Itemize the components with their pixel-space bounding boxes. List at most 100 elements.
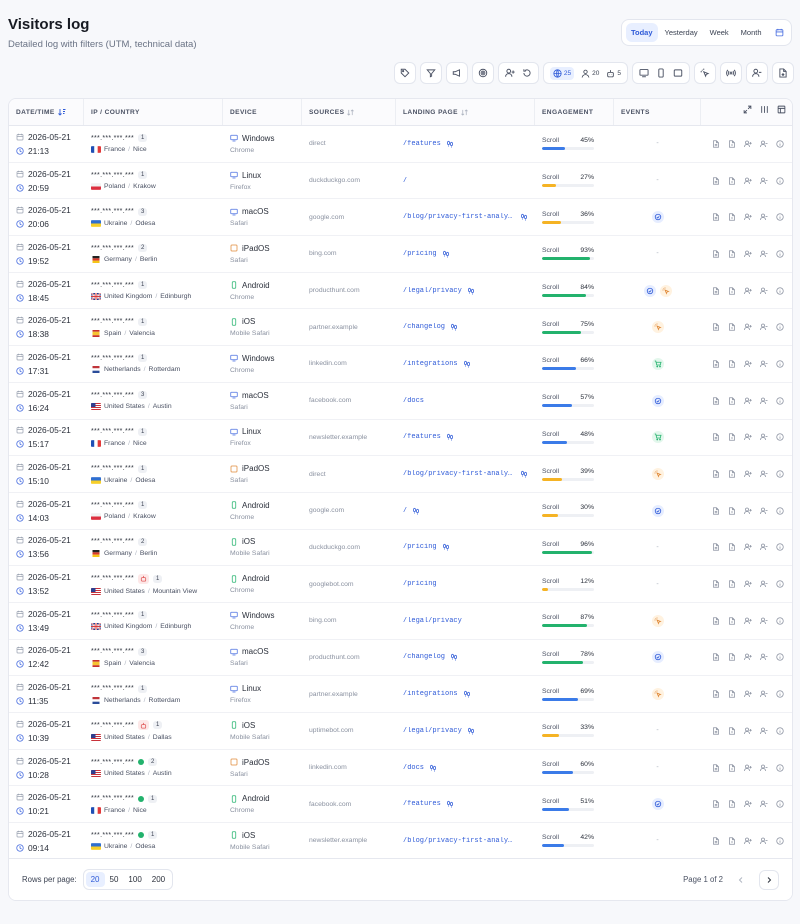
rows-option-100[interactable]: 100 [123, 872, 146, 887]
landing-page-cell[interactable]: /pricing [396, 236, 535, 272]
doc-icon[interactable] [728, 580, 736, 588]
landing-page-cell[interactable]: / [396, 163, 535, 199]
prev-page-button[interactable] [731, 870, 751, 890]
info-icon[interactable] [776, 176, 784, 185]
landing-page-link[interactable]: /features [403, 433, 441, 441]
live-filter-button[interactable] [720, 62, 742, 84]
landing-page-cell[interactable]: / [396, 493, 535, 529]
info-icon[interactable] [776, 323, 784, 331]
funnel-filter-button[interactable] [419, 62, 442, 84]
landing-page-cell[interactable]: /integrations [396, 676, 535, 712]
landing-page-cell[interactable]: /features [396, 420, 535, 456]
table-row[interactable]: 2026-05-21 14:03 ***.***.***.*** 1 Poland / Kr… [9, 493, 792, 530]
info-icon[interactable] [776, 507, 784, 515]
landing-page-link[interactable]: /integrations [403, 690, 458, 698]
info-icon[interactable] [776, 470, 784, 478]
landing-page-link[interactable]: /features [403, 800, 441, 808]
doc-icon[interactable] [728, 800, 736, 808]
export-button[interactable] [772, 62, 794, 84]
add-user-icon[interactable] [744, 177, 752, 185]
doc-icon[interactable] [728, 360, 736, 368]
table-row[interactable]: 2026-05-21 20:06 ***.***.***.*** 3 Ukraine / O… [9, 199, 792, 237]
col-events[interactable]: EVENTS [614, 99, 701, 125]
add-user-icon[interactable] [744, 800, 752, 808]
info-icon[interactable] [776, 800, 784, 808]
landing-page-cell[interactable]: /features [396, 126, 535, 162]
goal-event-badge[interactable] [651, 394, 664, 407]
user-minus-icon[interactable] [760, 140, 768, 148]
add-user-icon[interactable] [744, 617, 752, 625]
info-icon[interactable] [776, 763, 784, 772]
info-icon[interactable] [776, 727, 784, 735]
doc-icon[interactable] [728, 653, 736, 662]
col-ip-country[interactable]: IP / COUNTRY [84, 99, 223, 125]
doc-icon[interactable] [728, 617, 736, 625]
landing-page-cell[interactable]: /legal/privacy [396, 713, 535, 749]
user-minus-icon[interactable] [760, 837, 768, 845]
rows-option-20[interactable]: 20 [85, 872, 105, 887]
landing-page-link[interactable]: /blog/privacy-first-analytics [403, 213, 515, 221]
view-file-icon[interactable] [712, 433, 720, 441]
add-user-icon[interactable] [744, 140, 752, 148]
user-minus-icon[interactable] [760, 250, 768, 258]
landing-page-link[interactable]: /changelog [403, 323, 445, 331]
user-minus-icon[interactable] [760, 727, 768, 735]
add-user-icon[interactable] [744, 837, 752, 845]
add-user-icon[interactable] [744, 580, 752, 588]
view-file-icon[interactable] [712, 617, 720, 625]
view-file-icon[interactable] [712, 470, 720, 478]
table-row[interactable]: 2026-05-21 16:24 ***.***.***.*** 3 United St… [9, 383, 792, 420]
view-file-icon[interactable] [712, 727, 720, 735]
view-file-icon[interactable] [712, 653, 720, 662]
landing-page-cell[interactable]: /integrations [396, 346, 535, 382]
landing-page-link[interactable]: /features [403, 140, 441, 148]
view-file-icon[interactable] [712, 800, 720, 808]
refresh-icon[interactable] [522, 68, 532, 78]
landing-page-cell[interactable]: /legal/privacy [396, 273, 535, 309]
add-user-icon[interactable] [744, 543, 752, 551]
layout-icon[interactable] [777, 105, 786, 114]
landing-page-cell[interactable]: /docs [396, 750, 535, 786]
view-file-icon[interactable] [712, 507, 720, 515]
mobile-icon[interactable] [656, 68, 666, 78]
info-icon[interactable] [776, 360, 784, 368]
doc-icon[interactable] [728, 690, 736, 698]
doc-icon[interactable] [728, 470, 736, 478]
table-row[interactable]: 2026-05-21 10:28 ***.***.***.*** 2 United St… [9, 750, 792, 787]
add-user-icon[interactable] [744, 764, 752, 772]
spark-event-badge[interactable] [651, 468, 664, 481]
doc-icon[interactable] [728, 433, 736, 441]
goal-event-badge[interactable] [643, 284, 656, 297]
calendar-button[interactable] [771, 25, 787, 41]
doc-icon[interactable] [728, 727, 736, 735]
range-week[interactable]: Week [705, 23, 734, 42]
add-user-icon[interactable] [744, 323, 752, 331]
doc-icon[interactable] [728, 397, 736, 405]
humans-toggle[interactable]: 20 [581, 69, 599, 78]
info-icon[interactable] [776, 543, 784, 552]
view-file-icon[interactable] [712, 176, 720, 185]
landing-page-link[interactable]: /blog/privacy-first-analytics [403, 470, 515, 478]
info-icon[interactable] [776, 250, 784, 258]
user-minus-icon[interactable] [760, 543, 768, 551]
user-filter-button[interactable] [746, 62, 768, 84]
user-minus-icon[interactable] [760, 800, 768, 808]
table-row[interactable]: 2026-05-21 15:10 ***.***.***.*** 1 Ukraine / O… [9, 456, 792, 493]
landing-page-link[interactable]: /legal/privacy [403, 617, 462, 625]
info-icon[interactable] [776, 580, 784, 588]
doc-icon[interactable] [728, 763, 736, 772]
rows-option-50[interactable]: 50 [105, 872, 124, 887]
range-month[interactable]: Month [736, 23, 767, 42]
info-icon[interactable] [776, 837, 784, 845]
add-user-icon[interactable] [744, 727, 752, 735]
user-minus-icon[interactable] [760, 360, 768, 368]
landing-page-link[interactable]: /changelog [403, 653, 445, 661]
doc-icon[interactable] [728, 837, 736, 845]
landing-page-cell[interactable]: /changelog [396, 309, 535, 345]
goal-filter-button[interactable] [471, 62, 494, 84]
user-minus-icon[interactable] [760, 617, 768, 625]
user-minus-icon[interactable] [760, 764, 768, 772]
info-icon[interactable] [776, 617, 784, 625]
table-row[interactable]: 2026-05-21 21:13 ***.***.***.*** 1 France / Ni… [9, 126, 792, 163]
landing-page-link[interactable]: /legal/privacy [403, 727, 462, 735]
